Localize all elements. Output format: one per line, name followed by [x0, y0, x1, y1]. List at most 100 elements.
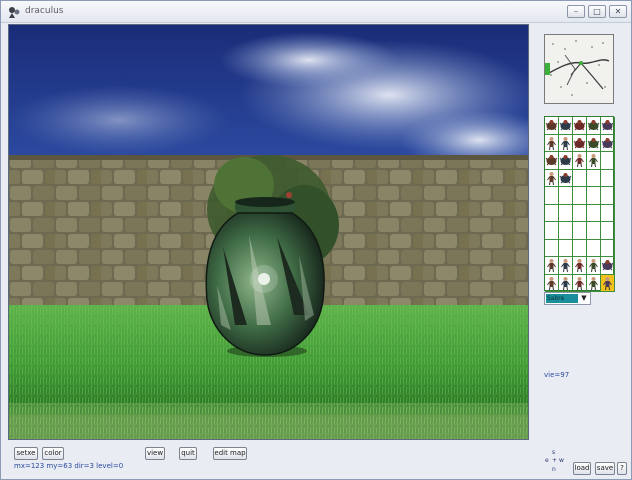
- creature-icon: [559, 152, 572, 168]
- figure-icon: [573, 152, 586, 168]
- inventory-slot[interactable]: [545, 169, 559, 187]
- creature-icon: [559, 117, 572, 133]
- app-icon: [9, 7, 20, 18]
- inventory-slot[interactable]: [545, 274, 559, 292]
- weapon-dropdown[interactable]: Sabre ▼: [544, 292, 591, 305]
- inventory-slot[interactable]: [587, 187, 601, 205]
- inventory-slot[interactable]: [587, 204, 601, 222]
- inventory-slot[interactable]: [573, 274, 587, 292]
- inventory-slot[interactable]: [601, 152, 615, 170]
- view-button[interactable]: view: [145, 447, 165, 460]
- creature-icon: [573, 135, 586, 151]
- figure-icon: [545, 275, 558, 291]
- creature-icon: [559, 170, 572, 186]
- inventory-slot[interactable]: [559, 257, 573, 275]
- setxe-button[interactable]: setxe: [14, 447, 38, 460]
- creature-icon: [545, 117, 558, 133]
- inventory-slot[interactable]: [587, 222, 601, 240]
- inventory-slot[interactable]: [573, 187, 587, 205]
- quit-button[interactable]: quit: [179, 447, 197, 460]
- life-status: vie=97: [544, 371, 570, 379]
- inventory-slot[interactable]: [573, 257, 587, 275]
- inventory-slot[interactable]: [573, 204, 587, 222]
- help-button[interactable]: ?: [617, 462, 627, 475]
- compass: s e + w n: [543, 449, 565, 477]
- chevron-down-icon[interactable]: ▼: [579, 293, 589, 304]
- inventory-slot[interactable]: [587, 169, 601, 187]
- title-bar[interactable]: draculus – □ ✕: [1, 1, 631, 23]
- inventory-slot[interactable]: [559, 187, 573, 205]
- inventory-slot[interactable]: [545, 222, 559, 240]
- inventory-slot[interactable]: [545, 257, 559, 275]
- creature-icon: [601, 135, 614, 151]
- inventory-slot[interactable]: [559, 274, 573, 292]
- creature-icon: [601, 117, 614, 133]
- game-viewport[interactable]: [8, 24, 529, 440]
- minimap[interactable]: [544, 34, 614, 104]
- inventory-grid[interactable]: [544, 116, 615, 292]
- figure-icon: [573, 257, 586, 273]
- inventory-slot[interactable]: [587, 239, 601, 257]
- creature-icon: [601, 257, 614, 273]
- inventory-slot[interactable]: [587, 152, 601, 170]
- weapon-selected: Sabre: [546, 294, 578, 303]
- figure-icon: [587, 275, 600, 291]
- inventory-slot[interactable]: [601, 204, 615, 222]
- color-button[interactable]: color: [42, 447, 64, 460]
- figure-icon: [559, 275, 572, 291]
- compass-west-label: w: [559, 457, 564, 464]
- inventory-slot[interactable]: [601, 257, 615, 275]
- inventory-slot[interactable]: [587, 257, 601, 275]
- save-button[interactable]: save: [595, 462, 615, 475]
- inventory-slot[interactable]: [587, 134, 601, 152]
- compass-south-label: s: [552, 449, 556, 456]
- figure-icon: [559, 257, 572, 273]
- inventory-slot[interactable]: [601, 239, 615, 257]
- minimap-render: [545, 35, 613, 103]
- inventory-slot[interactable]: [559, 134, 573, 152]
- inventory-slot[interactable]: [559, 169, 573, 187]
- inventory-slot[interactable]: [601, 117, 615, 135]
- creature-icon: [587, 135, 600, 151]
- inventory-slot[interactable]: [545, 134, 559, 152]
- position-readout: mx=123 my=63 dir=3 level=0: [14, 462, 124, 470]
- inventory-slot[interactable]: [587, 117, 601, 135]
- inventory-slot[interactable]: [559, 204, 573, 222]
- compass-north-label: n: [552, 466, 556, 473]
- maximize-icon: □: [593, 7, 601, 16]
- inventory-slot[interactable]: [559, 239, 573, 257]
- maximize-button[interactable]: □: [588, 5, 606, 18]
- inventory-slot[interactable]: [601, 169, 615, 187]
- creature-icon: [587, 117, 600, 133]
- inventory-slot[interactable]: [601, 222, 615, 240]
- inventory-slot[interactable]: [573, 152, 587, 170]
- minimize-icon: –: [574, 7, 578, 16]
- inventory-slot[interactable]: [573, 222, 587, 240]
- close-icon: ✕: [614, 7, 622, 16]
- inventory-slot[interactable]: [601, 187, 615, 205]
- figure-icon: [601, 275, 614, 291]
- inventory-slot[interactable]: [545, 117, 559, 135]
- inventory-slot[interactable]: [545, 204, 559, 222]
- inventory-slot[interactable]: [601, 134, 615, 152]
- close-button[interactable]: ✕: [609, 5, 627, 18]
- minimize-button[interactable]: –: [567, 5, 585, 18]
- inventory-slot[interactable]: [545, 239, 559, 257]
- inventory-slot[interactable]: [545, 187, 559, 205]
- inventory-slot[interactable]: [573, 117, 587, 135]
- game-window: draculus – □ ✕ Sabre ▼ vie=97 setxe colo…: [0, 0, 632, 480]
- inventory-slot[interactable]: [559, 152, 573, 170]
- edit-map-button[interactable]: edit map: [213, 447, 247, 460]
- inventory-slot[interactable]: [587, 274, 601, 292]
- inventory-slot[interactable]: [559, 117, 573, 135]
- figure-icon: [545, 135, 558, 151]
- inventory-slot[interactable]: [573, 239, 587, 257]
- inventory-slot[interactable]: [545, 152, 559, 170]
- load-button[interactable]: load: [573, 462, 591, 475]
- inventory-slot[interactable]: [559, 222, 573, 240]
- figure-icon: [559, 135, 572, 151]
- inventory-slot[interactable]: [573, 169, 587, 187]
- figure-icon: [573, 275, 586, 291]
- inventory-slot[interactable]: [573, 134, 587, 152]
- inventory-slot[interactable]: [601, 274, 615, 292]
